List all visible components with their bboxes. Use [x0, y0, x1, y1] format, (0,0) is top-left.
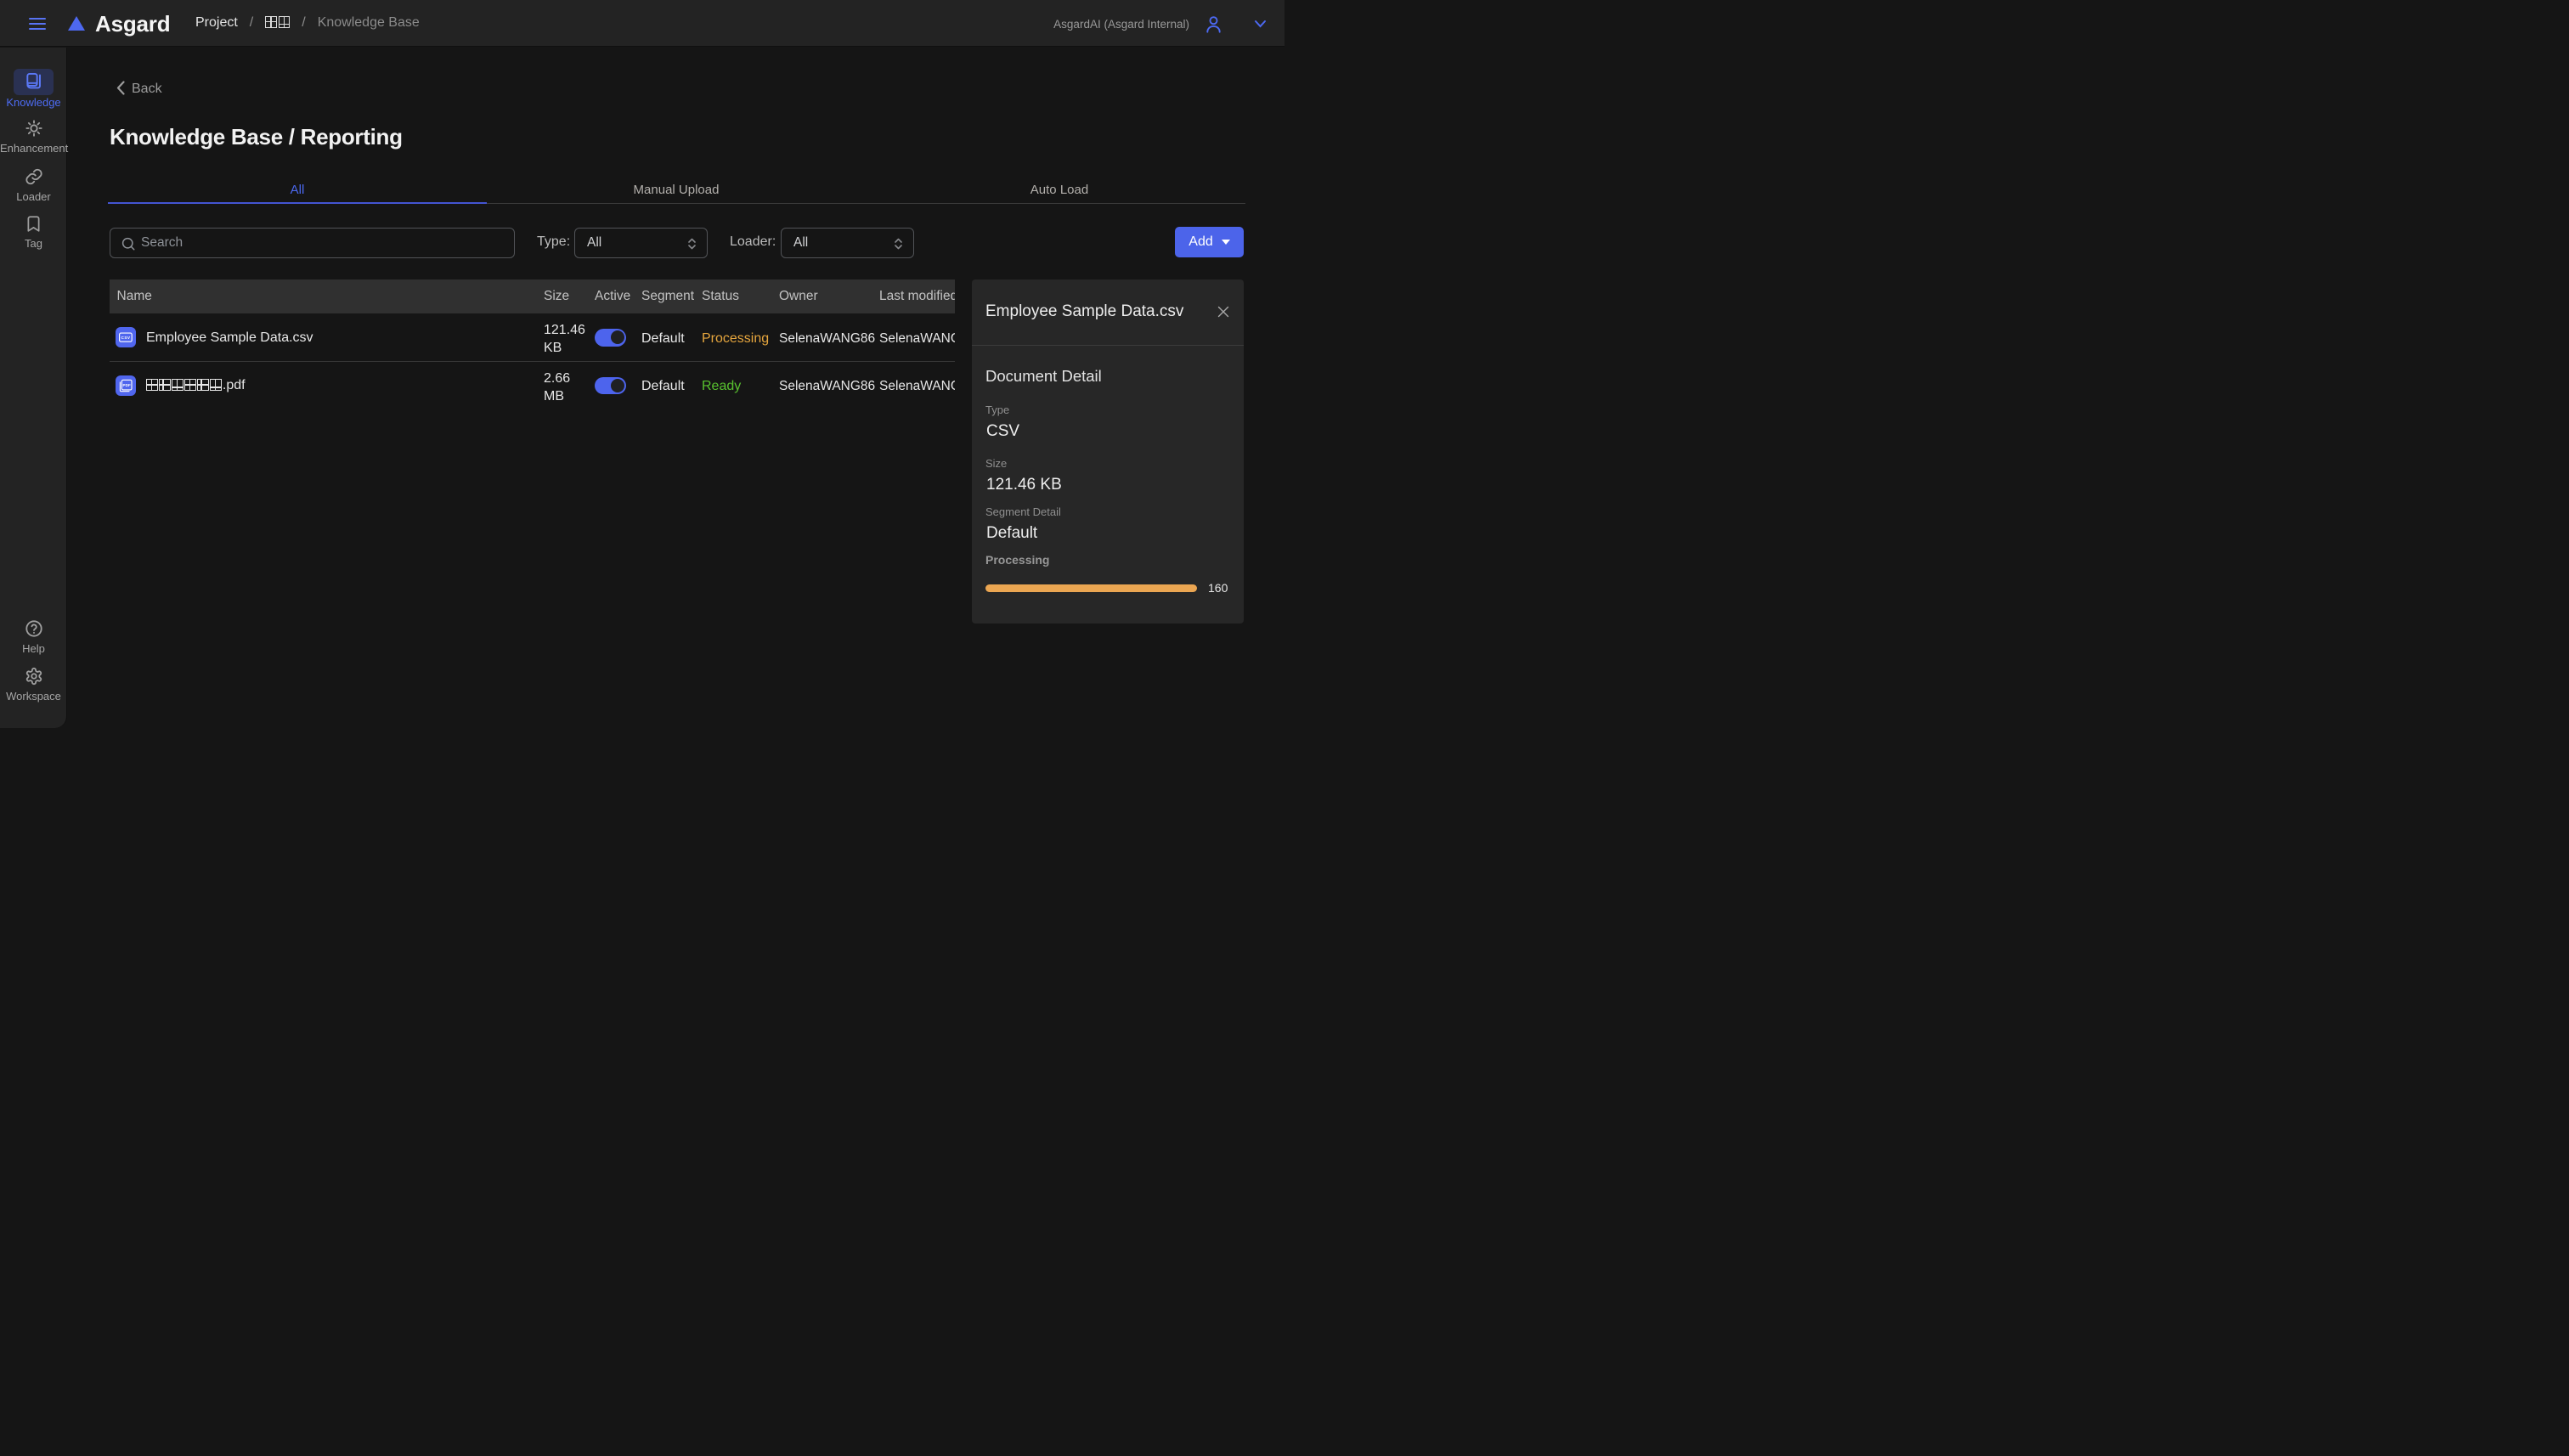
svg-text:CSV: CSV	[121, 336, 131, 340]
svg-text:PDF: PDF	[123, 383, 131, 387]
